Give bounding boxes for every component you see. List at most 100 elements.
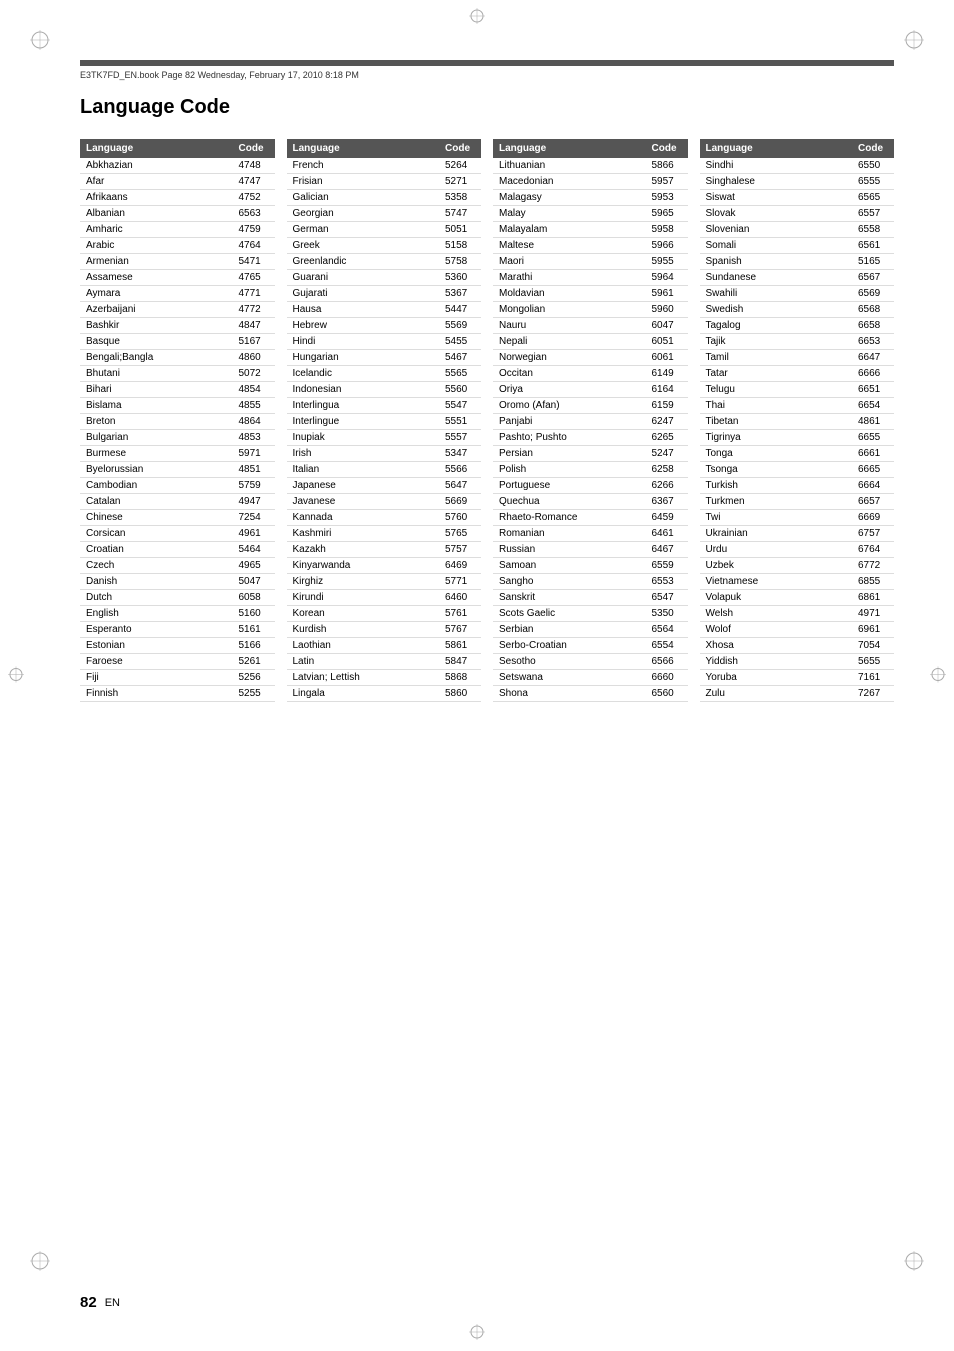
cell-language: Korean [287, 606, 440, 622]
cell-code: 6554 [646, 638, 688, 654]
cell-language: Panjabi [493, 414, 646, 430]
cell-code: 6159 [646, 398, 688, 414]
cell-language: Azerbaijani [80, 302, 233, 318]
table-row: Swedish6568 [700, 302, 895, 318]
cell-code: 6961 [852, 622, 894, 638]
table-row: Czech4965 [80, 558, 275, 574]
cell-language: Hebrew [287, 318, 440, 334]
cell-code: 5757 [439, 542, 481, 558]
page-title: Language Code [80, 96, 894, 123]
cell-code: 6164 [646, 382, 688, 398]
cell-language: Tibetan [700, 414, 853, 430]
table-row: Bislama4855 [80, 398, 275, 414]
table-row: Gujarati5367 [287, 286, 482, 302]
cell-code: 6047 [646, 318, 688, 334]
table-row: Fiji5256 [80, 670, 275, 686]
cell-language: Kinyarwanda [287, 558, 440, 574]
cell-code: 4947 [233, 494, 275, 510]
cell-code: 4765 [233, 270, 275, 286]
cell-language: Swedish [700, 302, 853, 318]
cell-language: Polish [493, 462, 646, 478]
cell-language: Interlingua [287, 398, 440, 414]
cell-language: Samoan [493, 558, 646, 574]
table-row: Faroese5261 [80, 654, 275, 670]
table-row: Norwegian6061 [493, 350, 688, 366]
cell-language: Amharic [80, 222, 233, 238]
cell-code: 4860 [233, 350, 275, 366]
cell-language: Estonian [80, 638, 233, 654]
cell-code: 5747 [439, 206, 481, 222]
cell-language: Indonesian [287, 382, 440, 398]
cell-language: Sangho [493, 574, 646, 590]
cell-language: Quechua [493, 494, 646, 510]
table-row: Bengali;Bangla4860 [80, 350, 275, 366]
cell-language: Kirghiz [287, 574, 440, 590]
language-table-container: LanguageCodeAbkhazian4748Afar4747Afrikaa… [80, 139, 894, 702]
cell-language: Cambodian [80, 478, 233, 494]
table-row: Yoruba7161 [700, 670, 895, 686]
table-row: Tatar6666 [700, 366, 895, 382]
table-row: Esperanto5161 [80, 622, 275, 638]
table-row: Guarani5360 [287, 270, 482, 286]
center-mark-right [930, 666, 946, 685]
cell-code: 5350 [646, 606, 688, 622]
cell-language: English [80, 606, 233, 622]
cell-language: Danish [80, 574, 233, 590]
table-row: Sindhi6550 [700, 158, 895, 174]
cell-language: Yiddish [700, 654, 853, 670]
table-row: Greenlandic5758 [287, 254, 482, 270]
cell-code: 4747 [233, 174, 275, 190]
table-row: Afar4747 [80, 174, 275, 190]
table-row: Nauru6047 [493, 318, 688, 334]
cell-code: 6563 [233, 206, 275, 222]
cell-language: Fiji [80, 670, 233, 686]
cell-language: Siswat [700, 190, 853, 206]
table-row: Scots Gaelic5350 [493, 606, 688, 622]
table-row: Ukrainian6757 [700, 526, 895, 542]
corner-mark-tl [30, 30, 50, 50]
cell-language: Slovak [700, 206, 853, 222]
cell-code: 4759 [233, 222, 275, 238]
cell-code: 5247 [646, 446, 688, 462]
cell-code: 5964 [646, 270, 688, 286]
cell-language: Tagalog [700, 318, 853, 334]
cell-language: French [287, 158, 440, 174]
cell-code: 6266 [646, 478, 688, 494]
table-row: Inupiak5557 [287, 430, 482, 446]
table-row: Tsonga6665 [700, 462, 895, 478]
cell-code: 4864 [233, 414, 275, 430]
cell-code: 5860 [439, 686, 481, 702]
cell-language: Bhutani [80, 366, 233, 382]
cell-code: 6658 [852, 318, 894, 334]
cell-code: 6560 [646, 686, 688, 702]
table-row: Kashmiri5765 [287, 526, 482, 542]
table-row: French5264 [287, 158, 482, 174]
cell-language: Albanian [80, 206, 233, 222]
table-row: German5051 [287, 222, 482, 238]
table-row: Maltese5966 [493, 238, 688, 254]
cell-code: 5167 [233, 334, 275, 350]
cell-code: 6550 [852, 158, 894, 174]
cell-code: 5256 [233, 670, 275, 686]
table-row: Polish6258 [493, 462, 688, 478]
cell-language: Latvian; Lettish [287, 670, 440, 686]
table-row: Hausa5447 [287, 302, 482, 318]
table-row: Wolof6961 [700, 622, 895, 638]
cell-language: Uzbek [700, 558, 853, 574]
cell-code: 5647 [439, 478, 481, 494]
table-row: Volapuk6861 [700, 590, 895, 606]
cell-language: Finnish [80, 686, 233, 702]
cell-code: 6772 [852, 558, 894, 574]
table-row: Zulu7267 [700, 686, 895, 702]
cell-code: 5847 [439, 654, 481, 670]
table-row: Oromo (Afan)6159 [493, 398, 688, 414]
cell-language: Pashto; Pushto [493, 430, 646, 446]
cell-language: Thai [700, 398, 853, 414]
cell-language: Moldavian [493, 286, 646, 302]
cell-language: Burmese [80, 446, 233, 462]
cell-code: 5958 [646, 222, 688, 238]
cell-language: Greenlandic [287, 254, 440, 270]
cell-code: 5960 [646, 302, 688, 318]
table-row: Tigrinya6655 [700, 430, 895, 446]
table-row: Azerbaijani4772 [80, 302, 275, 318]
